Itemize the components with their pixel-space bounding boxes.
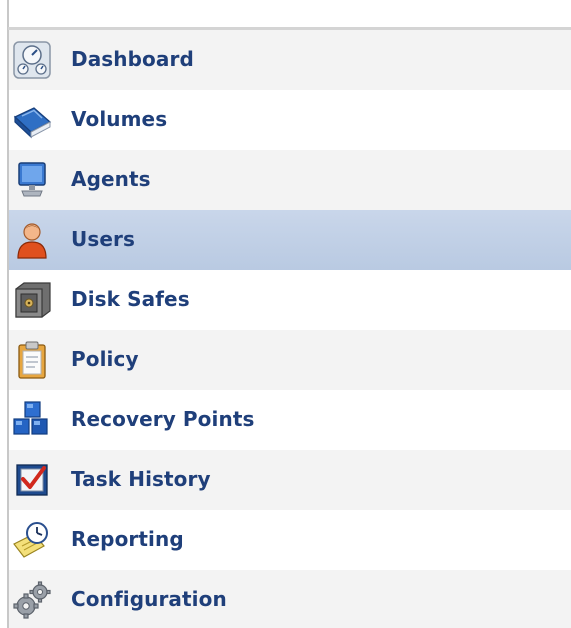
sidebar-item-label: Agents [71,167,151,191]
sidebar-item-label: Recovery Points [71,407,255,431]
sidebar-item-dashboard[interactable]: Dashboard [9,30,571,90]
clock-report-icon [12,520,52,560]
monitor-icon [12,160,52,200]
sidebar-item-disk-safes[interactable]: Disk Safes [9,270,571,330]
clipboard-icon [12,340,52,380]
sidebar-item-users[interactable]: Users [9,210,571,270]
sidebar-item-policy[interactable]: Policy [9,330,571,390]
sidebar-item-label: Disk Safes [71,287,190,311]
dashboard-icon [12,40,52,80]
gears-icon [12,580,52,620]
sidebar-item-task-history[interactable]: Task History [9,450,571,510]
navigation-panel: Dashboard Volumes Agents Users Disk Safe… [0,0,571,628]
sidebar-item-recovery-points[interactable]: Recovery Points [9,390,571,450]
user-icon [12,220,52,260]
sidebar-item-label: Configuration [71,587,227,611]
sidebar-item-label: Dashboard [71,47,194,71]
sidebar-item-label: Task History [71,467,211,491]
safe-icon [12,280,52,320]
sidebar-item-agents[interactable]: Agents [9,150,571,210]
book-icon [12,100,52,140]
checkbox-icon [12,460,52,500]
sidebar-item-volumes[interactable]: Volumes [9,90,571,150]
cubes-icon [12,400,52,440]
sidebar-item-configuration[interactable]: Configuration [9,570,571,628]
sidebar-item-label: Users [71,227,135,251]
sidebar-nav: Dashboard Volumes Agents Users Disk Safe… [9,30,571,628]
sidebar-item-reporting[interactable]: Reporting [9,510,571,570]
sidebar-item-label: Policy [71,347,139,371]
sidebar-item-label: Reporting [71,527,184,551]
sidebar-item-label: Volumes [71,107,168,131]
